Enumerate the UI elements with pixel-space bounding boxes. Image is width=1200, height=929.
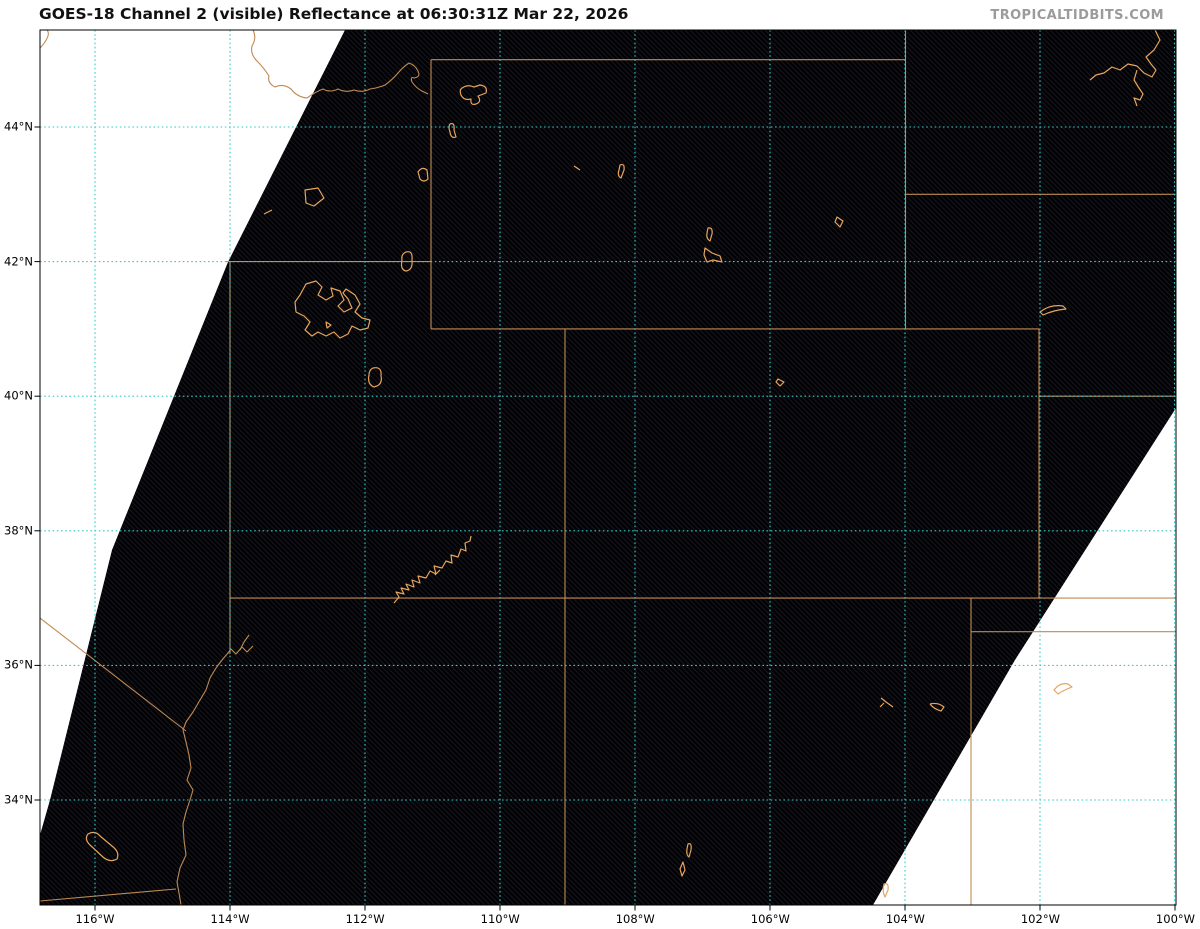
y-tick-label: 36°N	[4, 658, 33, 673]
y-tick-label: 40°N	[4, 388, 33, 403]
goes-satellite-page: GOES-18 Channel 2 (visible) Reflectance …	[0, 0, 1200, 929]
y-tick-label: 38°N	[4, 523, 33, 538]
x-ticks	[94, 905, 1176, 911]
x-tick-label: 116°W	[75, 912, 115, 926]
y-tick-label: 34°N	[4, 792, 33, 807]
x-tick-label: 110°W	[480, 912, 520, 926]
y-tick-label: 44°N	[4, 119, 33, 134]
x-tick-label: 104°W	[885, 912, 925, 926]
satellite-map	[34, 29, 1177, 911]
y-tick-label: 42°N	[4, 254, 33, 269]
satellite-scan-region	[40, 30, 1176, 905]
river-snake-hells-canyon	[40, 30, 49, 49]
lake-meredith	[1053, 683, 1073, 695]
x-tick-label: 100°W	[1155, 912, 1196, 926]
brantley-lake	[882, 883, 889, 898]
x-tick-label: 106°W	[750, 912, 790, 926]
x-tick-label: 114°W	[210, 912, 250, 926]
x-tick-label: 108°W	[615, 912, 655, 926]
x-tick-label: 112°W	[345, 912, 385, 926]
x-tick-label: 102°W	[1020, 912, 1060, 926]
y-ticks	[34, 126, 40, 801]
